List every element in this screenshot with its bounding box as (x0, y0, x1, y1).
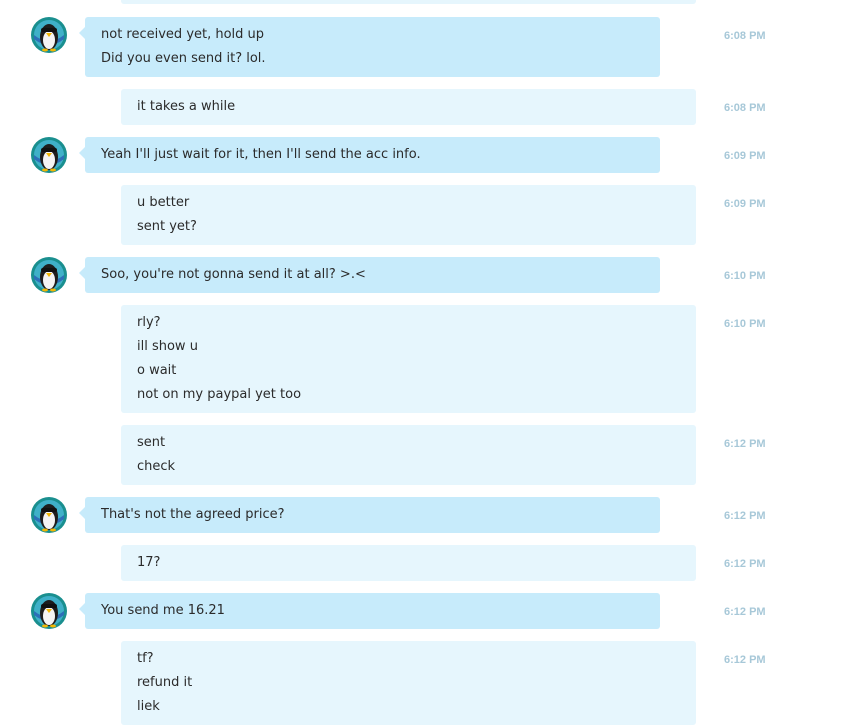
outgoing-message-bubble: u better sent yet? (121, 185, 696, 245)
message-text: That's not the agreed price? (101, 507, 285, 522)
outgoing-message-bubble: 17? (121, 545, 696, 581)
message-timestamp: 6:09 PM (724, 150, 766, 162)
incoming-message-bubble: Soo, you're not gonna send it at all? >.… (79, 257, 660, 293)
message-timestamp: 6:09 PM (724, 198, 766, 210)
message-timestamp: 6:12 PM (724, 438, 766, 450)
message-timestamp: 6:12 PM (724, 654, 766, 666)
message-text: Yeah I'll just wait for it, then I'll se… (101, 147, 421, 162)
message-text: ill show u (137, 339, 198, 354)
incoming-message-bubble: Yeah I'll just wait for it, then I'll se… (79, 137, 660, 173)
message-text: rly? (137, 315, 161, 330)
message-text: 17? (137, 555, 161, 570)
outgoing-message-bubble: rly? ill show u o wait not on my paypal yet… (121, 305, 696, 413)
message-text: u better (137, 195, 190, 210)
message-text: check (137, 459, 176, 474)
message-text: o wait (137, 363, 177, 378)
contact-avatar-icon[interactable] (31, 17, 67, 53)
message-text: sent yet? (137, 219, 197, 234)
incoming-message-bubble: not received yet, hold up Did you even se… (79, 17, 660, 77)
message-text: refund it (137, 675, 193, 690)
message-timestamp: 6:10 PM (724, 318, 766, 330)
message-text: it takes a while (137, 99, 236, 114)
previous-message-bubble (121, 0, 696, 4)
contact-avatar-icon[interactable] (31, 593, 67, 629)
message-timestamp: 6:12 PM (724, 510, 766, 522)
contact-avatar-icon[interactable] (31, 257, 67, 293)
message-timestamp: 6:12 PM (724, 606, 766, 618)
message-text: not on my paypal yet too (137, 387, 302, 402)
incoming-message-bubble: You send me 16.21 (79, 593, 660, 629)
message-text: Did you even send it? lol. (101, 51, 266, 66)
message-text: You send me 16.21 (101, 603, 225, 618)
message-text: tf? (137, 651, 154, 666)
message-timestamp: 6:10 PM (724, 270, 766, 282)
chat-conversation: not received yet, hold up Did you even se… (0, 0, 845, 725)
outgoing-message-bubble: it takes a while (121, 89, 696, 125)
incoming-message-bubble: That's not the agreed price? (79, 497, 660, 533)
message-text: liek (137, 699, 160, 714)
outgoing-message-bubble: sent check (121, 425, 696, 485)
message-timestamp: 6:12 PM (724, 558, 766, 570)
message-text: Soo, you're not gonna send it at all? >.… (101, 267, 366, 282)
outgoing-message-bubble: tf? refund it liek (121, 641, 696, 725)
contact-avatar-icon[interactable] (31, 137, 67, 173)
message-text: not received yet, hold up (101, 27, 265, 42)
message-text: sent (137, 435, 166, 450)
contact-avatar-icon[interactable] (31, 497, 67, 533)
message-timestamp: 6:08 PM (724, 30, 766, 42)
message-timestamp: 6:08 PM (724, 102, 766, 114)
